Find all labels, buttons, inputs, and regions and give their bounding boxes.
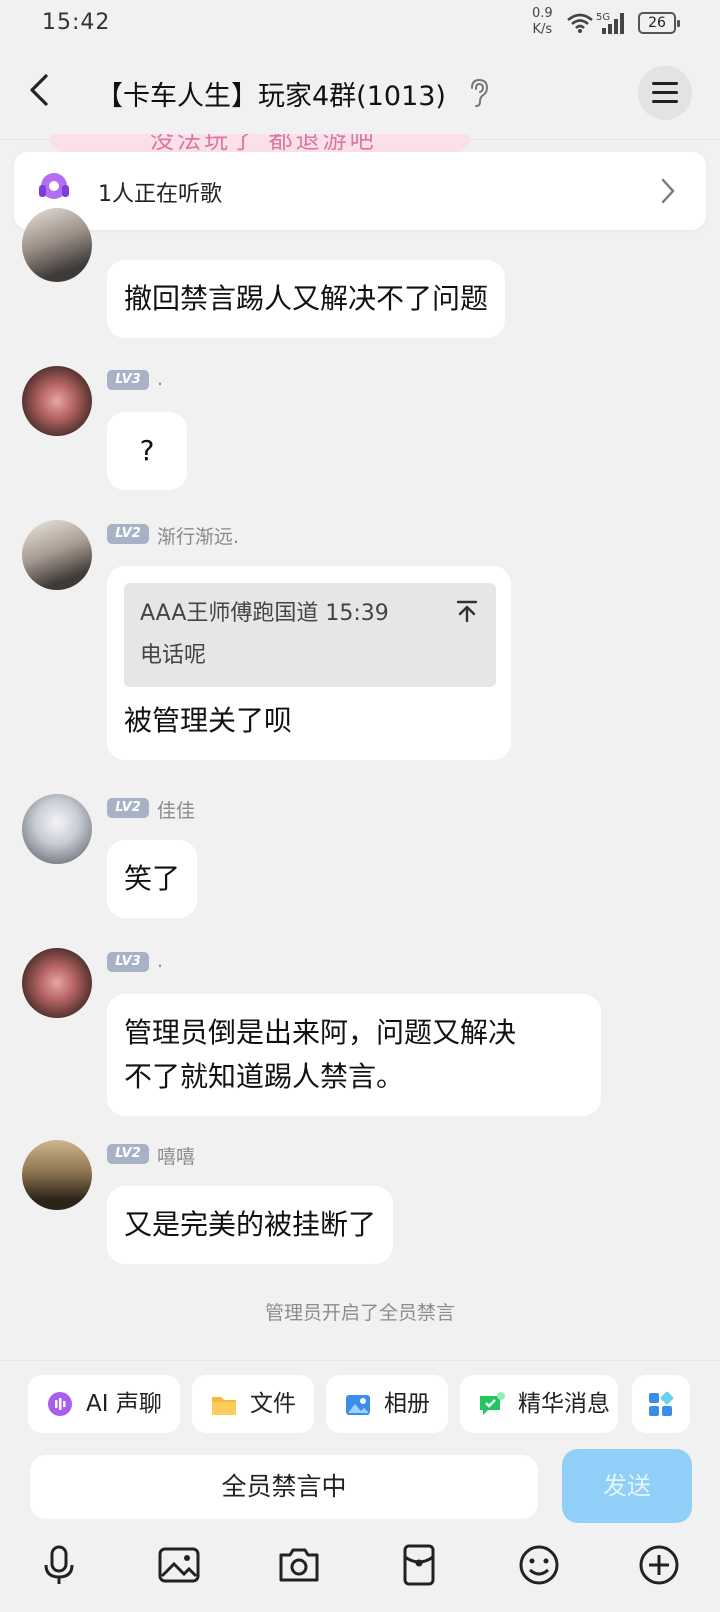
menu-button[interactable] xyxy=(638,66,692,120)
battery-icon: 26 xyxy=(638,12,680,34)
essence-icon xyxy=(480,1392,505,1415)
level-badge: LV2 xyxy=(107,524,149,544)
level-badge: LV2 xyxy=(107,1144,149,1164)
sender-name[interactable]: 佳佳 xyxy=(157,796,195,823)
plus-icon[interactable] xyxy=(637,1543,681,1587)
group-title[interactable]: 【卡车人生】玩家4群(1013) xyxy=(96,74,446,113)
message-bubble[interactable]: 撤回禁言踢人又解决不了问题 xyxy=(107,260,506,338)
music-listener-icon xyxy=(39,173,69,199)
album-icon xyxy=(346,1395,370,1415)
wifi-icon xyxy=(567,13,593,33)
avatar[interactable] xyxy=(22,366,92,436)
back-arrow-icon[interactable] xyxy=(22,70,62,110)
more-apps-button[interactable] xyxy=(632,1375,690,1433)
quick-action-ai-voice[interactable]: AI 声聊 xyxy=(28,1375,180,1433)
scrolled-content-peek: 没法玩了 都退游吧 xyxy=(40,134,480,152)
avatar[interactable] xyxy=(22,208,92,282)
avatar[interactable] xyxy=(22,520,92,590)
quick-action-album[interactable]: 相册 xyxy=(326,1375,448,1433)
chat-header: 【卡车人生】玩家4群(1013) xyxy=(0,48,720,140)
peek-text: 没法玩了 都退游吧 xyxy=(150,134,377,152)
camera-icon[interactable] xyxy=(277,1543,321,1587)
message-bubble[interactable]: 管理员倒是出来阿，问题又解决 不了就知道踢人禁言。 xyxy=(107,994,601,1116)
image-icon[interactable] xyxy=(157,1543,201,1587)
message-bubble[interactable]: 又是完美的被挂断了 xyxy=(107,1186,394,1264)
net-speed: 0.9 K/s xyxy=(532,6,553,37)
avatar[interactable] xyxy=(22,794,92,864)
level-badge: LV3 xyxy=(107,370,149,390)
sender-name[interactable]: 渐行渐远. xyxy=(157,522,239,549)
microphone-icon[interactable] xyxy=(37,1543,81,1587)
music-banner-text: 1人正在听歌 xyxy=(98,182,222,207)
chevron-right-icon xyxy=(661,178,675,204)
status-time: 15:42 xyxy=(42,10,111,35)
system-notice: 管理员开启了全员禁言 xyxy=(264,1302,455,1324)
quote-header: AAA王师傅跑国道 15:39 xyxy=(140,601,389,626)
menu-icon xyxy=(652,82,678,85)
jump-to-original-icon[interactable] xyxy=(456,599,478,623)
quoted-reply[interactable]: AAA王师傅跑国道 15:39 电话呢 xyxy=(124,583,496,687)
ear-icon[interactable] xyxy=(468,78,490,108)
sender-name[interactable]: . xyxy=(157,368,163,390)
signal-label: 5G xyxy=(596,12,610,23)
level-badge: LV2 xyxy=(107,798,149,818)
quote-body: 电话呢 xyxy=(140,643,207,668)
ai-voice-icon xyxy=(48,1392,72,1416)
folder-icon xyxy=(212,1397,236,1415)
red-packet-icon[interactable] xyxy=(397,1543,441,1587)
message-text: 被管理关了呗 xyxy=(124,704,293,737)
sender-name[interactable]: 嘻嘻 xyxy=(157,1142,195,1169)
quick-action-essence[interactable]: 精华消息 xyxy=(460,1375,618,1433)
status-bar: 15:42 0.9 K/s 5G 26 xyxy=(0,0,720,48)
music-banner[interactable]: 1人正在听歌 xyxy=(14,152,706,230)
message-input[interactable]: 全员禁言中 xyxy=(30,1455,538,1519)
signal-icon: 5G xyxy=(596,12,624,34)
apps-grid-icon xyxy=(649,1391,674,1416)
level-badge: LV3 xyxy=(107,952,149,972)
message-bubble[interactable]: 笑了 xyxy=(107,840,198,918)
sender-name[interactable]: . xyxy=(157,950,163,972)
input-area: AI 声聊 文件 相册 精华消息 全员禁言中 发送 xyxy=(0,1360,720,1612)
message-bubble[interactable]: AAA王师傅跑国道 15:39 电话呢 被管理关了呗 xyxy=(107,566,511,760)
avatar[interactable] xyxy=(22,1140,92,1210)
send-button[interactable]: 发送 xyxy=(562,1449,692,1523)
message-bubble[interactable]: ? xyxy=(107,412,187,490)
quick-action-file[interactable]: 文件 xyxy=(192,1375,314,1433)
emoji-icon[interactable] xyxy=(517,1543,561,1587)
message-line: 不了就知道踢人禁言。 xyxy=(124,1060,405,1093)
avatar[interactable] xyxy=(22,948,92,1018)
message-line: 管理员倒是出来阿，问题又解决 xyxy=(124,1016,517,1049)
